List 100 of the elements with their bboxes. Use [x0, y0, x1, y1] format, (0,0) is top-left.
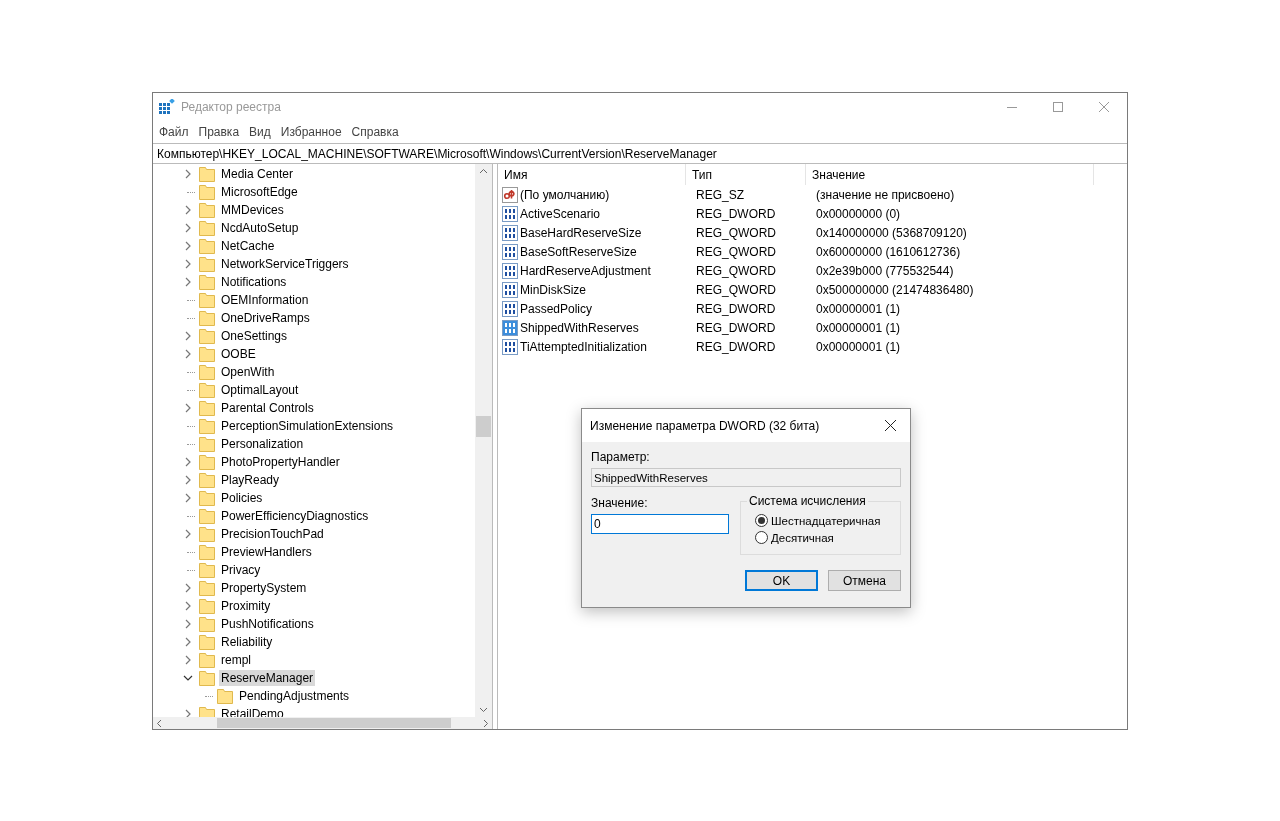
chevron-down-icon[interactable]: [183, 674, 193, 682]
table-cell-text: 0x00000001 (1): [815, 339, 902, 354]
horizontal-scrollbar[interactable]: [153, 717, 492, 729]
folder-icon: [199, 454, 215, 470]
tree-item[interactable]: Proximity: [219, 598, 273, 614]
value-name[interactable]: HardReserveAdjustment: [520, 263, 651, 278]
dialog-button[interactable]: OK: [745, 570, 818, 591]
chevron-right-icon[interactable]: [184, 403, 192, 413]
tree-item[interactable]: Parental Controls: [219, 400, 316, 416]
table-cell-text: REG_SZ: [695, 187, 745, 202]
scrollbar-thumb[interactable]: [217, 718, 451, 728]
column-header[interactable]: Тип: [686, 164, 806, 185]
tree-item[interactable]: PushNotifications: [219, 616, 316, 632]
table-cell-text: 0x60000000 (1610612736): [815, 244, 962, 259]
table-cell-text: REG_QWORD: [695, 244, 777, 259]
close-icon: [884, 420, 896, 431]
field-label: Параметр:: [591, 450, 651, 464]
folder-icon: [199, 526, 215, 542]
folder-icon: [199, 382, 215, 398]
binary-value-icon: [502, 319, 518, 336]
column-header[interactable]: Имя: [498, 164, 686, 185]
tree-item[interactable]: Notifications: [219, 274, 289, 290]
binary-value-icon: [502, 243, 518, 260]
folder-icon: [199, 220, 215, 236]
value-name[interactable]: (По умолчанию): [520, 187, 610, 202]
menu-item[interactable]: Правка: [193, 125, 245, 139]
tree-item[interactable]: PendingAdjustments: [237, 688, 352, 704]
table-cell-text: 0x2e39b000 (775532544): [815, 263, 955, 278]
string-value-icon: [502, 186, 518, 203]
group-label: Система исчисления: [747, 494, 868, 508]
parameter-field[interactable]: ShippedWithReserves: [591, 468, 901, 487]
value-name[interactable]: ActiveScenario: [520, 206, 601, 221]
table-cell-text: 0x00000001 (1): [815, 320, 902, 335]
tree-item[interactable]: Reliability: [219, 634, 275, 650]
window-title: Редактор реестра: [181, 100, 282, 114]
scrollbar-thumb[interactable]: [476, 416, 491, 437]
folder-icon: [199, 580, 215, 596]
tree-item[interactable]: PhotoPropertyHandler: [219, 454, 342, 470]
folder-icon: [199, 544, 215, 560]
registry-cubes-icon: [159, 99, 175, 115]
table-cell-text: REG_DWORD: [695, 301, 777, 316]
tree-item[interactable]: PropertySystem: [219, 580, 309, 596]
vertical-scrollbar[interactable]: [475, 164, 492, 717]
radio-label[interactable]: Шестнадцатеричная: [771, 514, 881, 527]
folder-icon: [199, 562, 215, 578]
tree-item[interactable]: OptimalLayout: [219, 382, 301, 398]
close-icon: [1099, 102, 1109, 112]
tree-item[interactable]: Media Center: [219, 166, 296, 182]
folder-icon: [199, 598, 215, 614]
value-name[interactable]: MinDiskSize: [520, 282, 586, 297]
folder-icon: [199, 436, 215, 452]
value-input-field[interactable]: 0: [591, 514, 729, 534]
tree-item[interactable]: Privacy: [219, 562, 263, 578]
column-header[interactable]: Значение: [806, 164, 1094, 185]
menu-item[interactable]: Файл: [154, 125, 194, 139]
table-cell-text: (значение не присвоено): [815, 187, 956, 202]
folder-icon: [199, 256, 215, 272]
folder-icon: [199, 364, 215, 380]
chevron-right-icon[interactable]: [184, 169, 192, 179]
tree-item[interactable]: OpenWith: [219, 364, 277, 380]
menu-item[interactable]: Вид: [244, 125, 276, 139]
field-label: Значение:: [591, 496, 649, 510]
tree-item[interactable]: PlayReady: [219, 472, 282, 488]
address-bar[interactable]: Компьютер\HKEY_LOCAL_MACHINE\SOFTWARE\Microsoft\Windows\CurrentVersion\ReserveManager: [153, 143, 1127, 164]
value-name[interactable]: PassedPolicy: [520, 301, 593, 316]
tree-item[interactable]: MicrosoftEdge: [219, 184, 300, 200]
value-name[interactable]: BaseSoftReserveSize: [520, 244, 637, 259]
tree-item[interactable]: PreviewHandlers: [219, 544, 314, 560]
table-cell-text: 0x00000001 (1): [815, 301, 902, 316]
tree-item[interactable]: OOBE: [219, 346, 258, 362]
chevron-right-icon[interactable]: [184, 529, 192, 539]
radio-button[interactable]: [755, 514, 768, 527]
folder-icon: [217, 688, 233, 704]
folder-icon: [199, 202, 215, 218]
value-name[interactable]: BaseHardReserveSize: [520, 225, 642, 240]
tree-item[interactable]: NetCache: [219, 238, 277, 254]
menu-item[interactable]: Справка: [346, 125, 404, 139]
tree-item[interactable]: PerceptionSimulationExtensions: [219, 418, 396, 434]
tree-item[interactable]: OEMInformation: [219, 292, 311, 308]
tree-item[interactable]: MMDevices: [219, 202, 286, 218]
folder-icon: [199, 490, 215, 506]
radio-button[interactable]: [755, 531, 768, 544]
tree-item[interactable]: PowerEfficiencyDiagnostics: [219, 508, 371, 524]
tree-item[interactable]: Policies: [219, 490, 265, 506]
tree-item[interactable]: Personalization: [219, 436, 306, 452]
tree-item[interactable]: PrecisionTouchPad: [219, 526, 326, 542]
table-cell-text: 0x500000000 (21474836480): [815, 282, 975, 297]
value-name[interactable]: ShippedWithReserves: [520, 320, 639, 335]
value-name[interactable]: TiAttemptedInitialization: [520, 339, 647, 354]
tree-item[interactable]: NetworkServiceTriggers: [219, 256, 351, 272]
tree-item[interactable]: OneSettings: [219, 328, 290, 344]
tree-item[interactable]: ReserveManager: [219, 670, 316, 686]
tree-item[interactable]: NcdAutoSetup: [219, 220, 301, 236]
tree-item[interactable]: rempl: [219, 652, 253, 668]
tree-item[interactable]: OneDriveRamps: [219, 310, 312, 326]
dialog-button[interactable]: Отмена: [828, 570, 901, 591]
menu-item[interactable]: Избранное: [275, 125, 347, 139]
folder-icon: [199, 472, 215, 488]
folder-icon: [199, 670, 215, 686]
radio-label[interactable]: Десятичная: [771, 531, 834, 544]
